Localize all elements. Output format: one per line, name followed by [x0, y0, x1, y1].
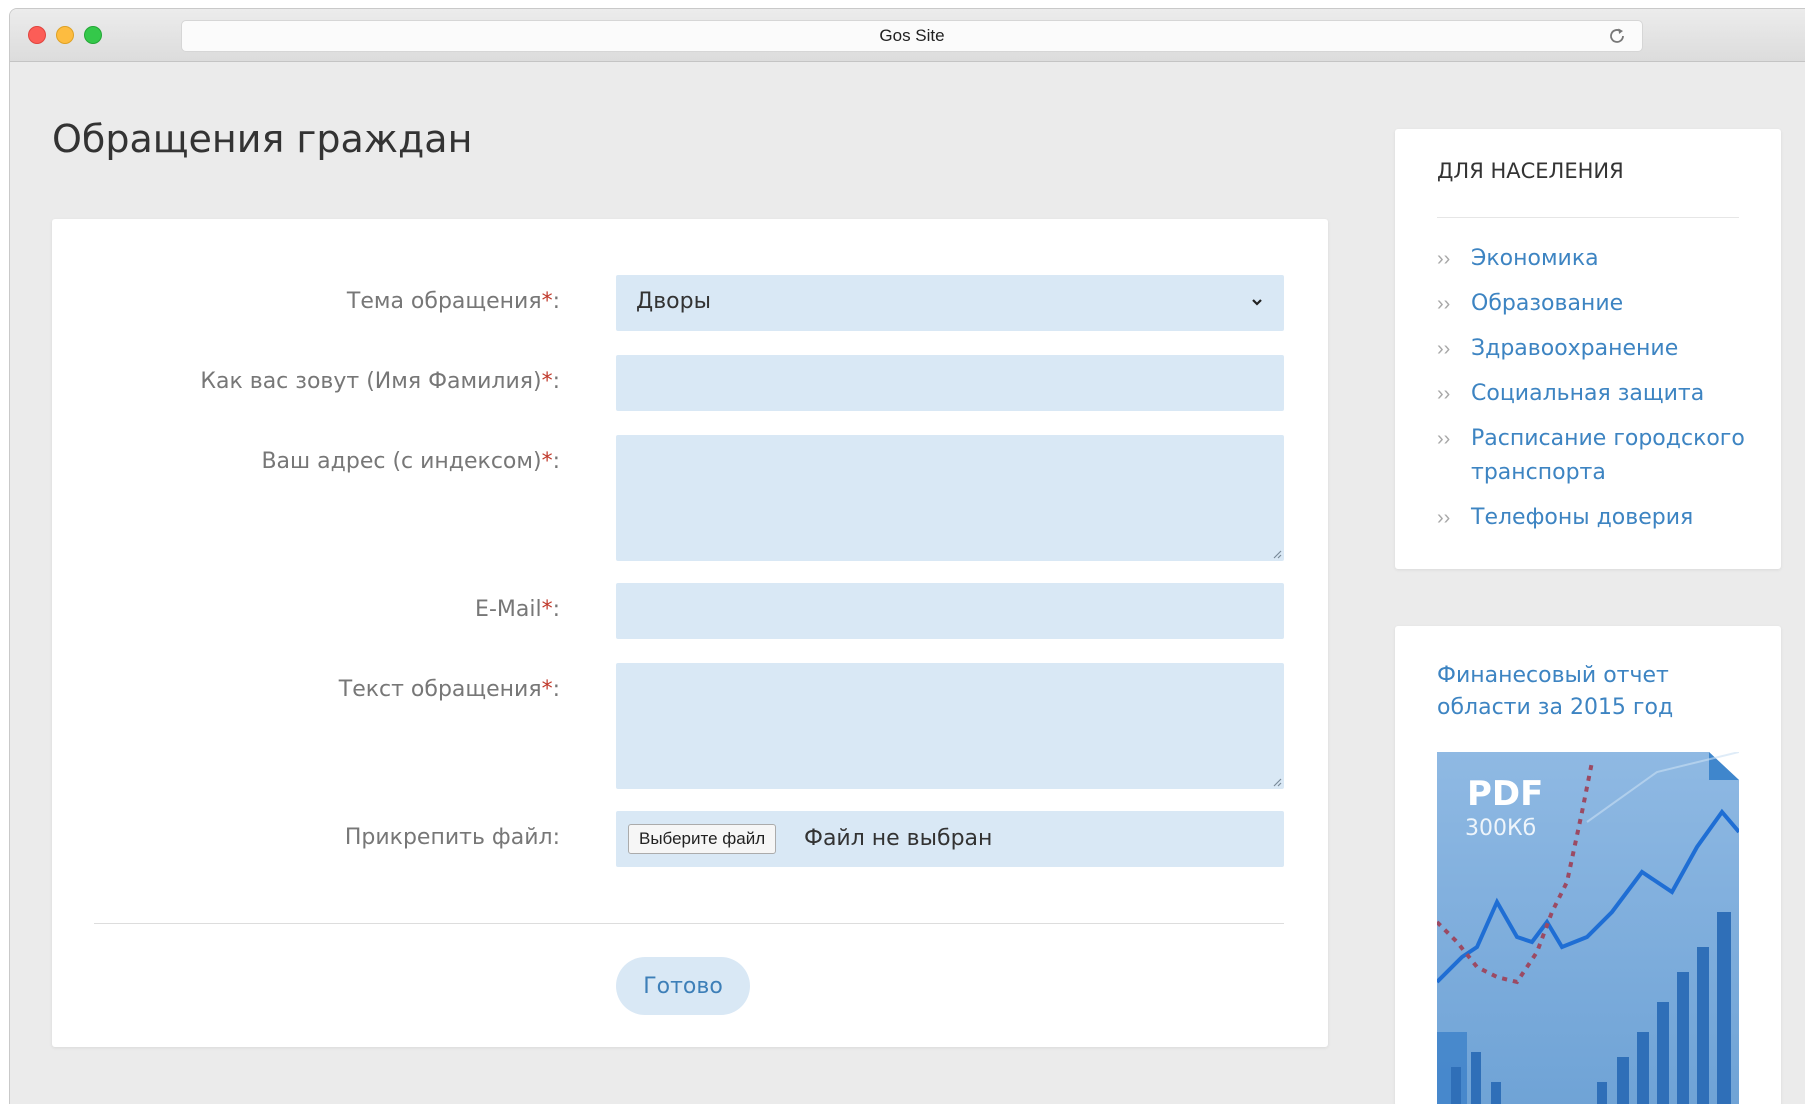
attachment-label: Прикрепить файл: — [344, 825, 560, 850]
choose-file-button[interactable]: Выберите файл — [628, 824, 777, 854]
appeal-form: Тема обращения*: Дворы Как вас зовут (Им… — [52, 219, 1328, 1047]
address-textarea[interactable] — [616, 435, 1284, 561]
message-label: Текст обращения*: — [338, 677, 560, 702]
pdf-download-thumbnail[interactable]: PDF 300Кб — [1437, 752, 1739, 1104]
required-mark: * — [541, 597, 553, 622]
browser-toolbar: Gos Site — [10, 9, 1805, 62]
pdf-size-label: 300Кб — [1465, 816, 1537, 841]
population-links-card: ДЛЯ НАСЕЛЕНИЯ ›› Экономика ›› Образование … — [1395, 129, 1781, 569]
sidebar-item-social: ›› Социальная защита — [1437, 378, 1747, 412]
sidebar-item-hotlines: ›› Телефоны доверия — [1437, 502, 1747, 536]
resize-grip-icon[interactable] — [1270, 775, 1282, 787]
double-chevron-icon: ›› — [1437, 293, 1451, 315]
required-mark: * — [541, 677, 553, 702]
submit-button[interactable]: Готово — [616, 957, 750, 1015]
financial-report-link[interactable]: Финанесовый отчет области за 2015 год — [1437, 660, 1737, 724]
email-label: E-Mail*: — [475, 597, 560, 622]
required-mark: * — [541, 449, 553, 474]
address-label: Ваш адрес (с индексом)*: — [261, 449, 560, 474]
resize-grip-icon[interactable] — [1270, 547, 1282, 559]
required-mark: * — [541, 369, 553, 394]
sidebar-link-social[interactable]: Социальная защита — [1471, 381, 1704, 406]
financial-report-card: Финанесовый отчет области за 2015 год PD… — [1395, 626, 1781, 1104]
page-title: Обращения граждан — [52, 117, 473, 161]
sidebar-link-hotlines[interactable]: Телефоны доверия — [1471, 505, 1693, 530]
topic-select[interactable]: Дворы — [616, 275, 1284, 331]
message-textarea[interactable] — [616, 663, 1284, 789]
sidebar-link-healthcare[interactable]: Здравоохранение — [1471, 336, 1678, 361]
double-chevron-icon: ›› — [1437, 248, 1451, 270]
close-window-button[interactable] — [28, 26, 46, 44]
sidebar-item-economy: ›› Экономика — [1437, 243, 1747, 277]
sidebar-nav-list: ›› Экономика ›› Образование ›› Здравоохране… — [1437, 243, 1747, 547]
file-input[interactable]: Выберите файл Файл не выбран — [616, 811, 1284, 867]
sidebar-title: ДЛЯ НАСЕЛЕНИЯ — [1437, 159, 1624, 183]
address-bar[interactable]: Gos Site — [181, 20, 1643, 52]
minimize-window-button[interactable] — [56, 26, 74, 44]
chevron-down-icon — [1252, 299, 1262, 306]
required-mark: * — [541, 289, 553, 314]
pdf-type-label: PDF — [1467, 774, 1544, 814]
name-input[interactable] — [616, 355, 1284, 411]
email-input[interactable] — [616, 583, 1284, 639]
browser-window: Gos Site Обращения граждан Тема обращени… — [9, 8, 1805, 1104]
sidebar-link-education[interactable]: Образование — [1471, 291, 1623, 316]
topic-select-value: Дворы — [636, 289, 711, 314]
reload-icon[interactable] — [1606, 25, 1628, 47]
sidebar-link-transport[interactable]: Расписание городского транспорта — [1471, 426, 1745, 485]
sidebar-divider — [1437, 217, 1739, 218]
name-label: Как вас зовут (Имя Фамилия)*: — [200, 369, 560, 394]
file-status: Файл не выбран — [804, 826, 993, 851]
double-chevron-icon: ›› — [1437, 428, 1451, 450]
sidebar-link-economy[interactable]: Экономика — [1471, 246, 1599, 271]
double-chevron-icon: ›› — [1437, 507, 1451, 529]
sidebar-item-transport: ›› Расписание городского транспорта — [1437, 423, 1747, 491]
maximize-window-button[interactable] — [84, 26, 102, 44]
address-bar-title: Gos Site — [879, 26, 945, 45]
topic-label: Тема обращения*: — [346, 289, 560, 314]
double-chevron-icon: ›› — [1437, 383, 1451, 405]
form-divider — [94, 923, 1284, 924]
sidebar-item-education: ›› Образование — [1437, 288, 1747, 322]
double-chevron-icon: ›› — [1437, 338, 1451, 360]
sidebar-item-healthcare: ›› Здравоохранение — [1437, 333, 1747, 367]
